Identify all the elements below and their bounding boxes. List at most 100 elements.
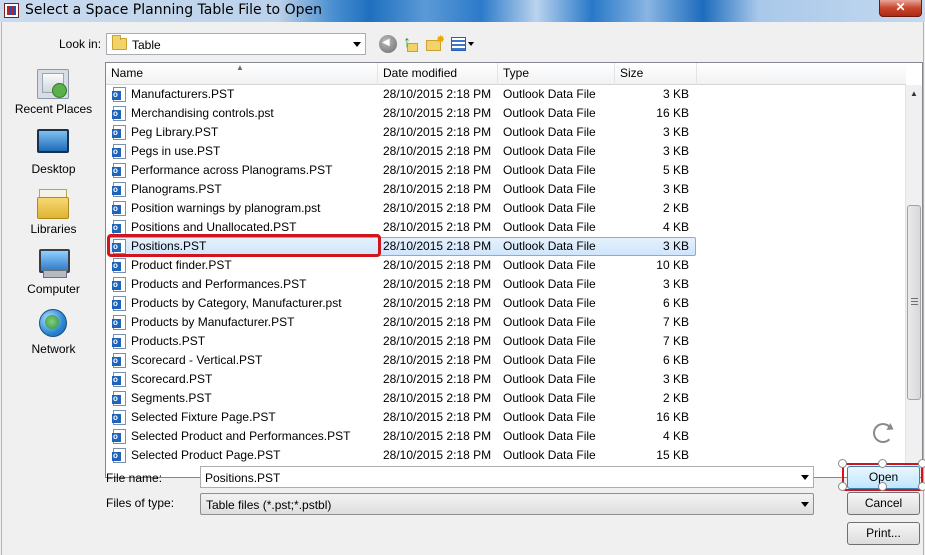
- file-name-cell: Manufacturers.PST: [131, 87, 235, 101]
- column-size[interactable]: Size: [615, 63, 697, 85]
- outlook-file-icon: [112, 391, 126, 406]
- file-type-cell: Outlook Data File: [503, 391, 596, 405]
- place-computer[interactable]: Computer: [2, 249, 105, 305]
- file-size-cell: 2 KB: [662, 391, 689, 405]
- column-name[interactable]: Name ▲: [106, 63, 378, 85]
- date-modified-cell: 28/10/2015 2:18 PM: [383, 372, 492, 386]
- file-type-cell: Outlook Data File: [503, 201, 596, 215]
- file-row[interactable]: Selected Fixture Page.PST 28/10/2015 2:18…: [106, 408, 906, 427]
- resize-handle: [918, 459, 925, 468]
- file-row[interactable]: Selected Product Page.PST 28/10/2015 2:18…: [106, 446, 906, 465]
- file-row[interactable]: Peg Library.PST 28/10/2015 2:18 PM Outlook…: [106, 123, 906, 142]
- outlook-file-icon: [112, 277, 126, 292]
- place-label: Recent Places: [14, 102, 93, 116]
- file-size-cell: 2 KB: [662, 201, 689, 215]
- file-type-cell: Outlook Data File: [503, 353, 596, 367]
- place-desktop[interactable]: Desktop: [2, 129, 105, 185]
- desktop-icon: [37, 129, 69, 153]
- vertical-scrollbar[interactable]: ▲ ▼: [905, 85, 922, 477]
- file-type-cell: Outlook Data File: [503, 410, 596, 424]
- file-type-cell: Outlook Data File: [503, 163, 596, 177]
- files-of-type-value: Table files (*.pst;*.pstbl): [206, 498, 332, 512]
- chevron-down-icon[interactable]: [353, 42, 361, 47]
- column-name-label: Name: [111, 66, 144, 80]
- outlook-file-icon: [112, 353, 126, 368]
- file-type-cell: Outlook Data File: [503, 429, 596, 443]
- up-folder-icon[interactable]: ↑: [401, 35, 419, 53]
- file-row[interactable]: Products and Performances.PST 28/10/2015 …: [106, 275, 906, 294]
- file-row[interactable]: Products by Manufacturer.PST 28/10/2015 2…: [106, 313, 906, 332]
- scroll-up-icon[interactable]: ▲: [906, 85, 922, 102]
- file-row[interactable]: Scorecard - Vertical.PST 28/10/2015 2:18 …: [106, 351, 906, 370]
- file-name-cell: Pegs in use.PST: [131, 144, 221, 158]
- close-button[interactable]: ✕: [879, 0, 922, 17]
- place-network[interactable]: Network: [2, 309, 105, 365]
- files-of-type-dropdown[interactable]: Table files (*.pst;*.pstbl): [200, 493, 814, 515]
- resize-handle: [878, 459, 887, 468]
- file-row[interactable]: Planograms.PST 28/10/2015 2:18 PM Outlook …: [106, 180, 906, 199]
- computer-icon: [37, 249, 70, 279]
- file-size-cell: 3 KB: [662, 182, 689, 196]
- view-menu-icon[interactable]: [451, 35, 475, 53]
- date-modified-cell: 28/10/2015 2:18 PM: [383, 429, 492, 443]
- file-type-cell: Outlook Data File: [503, 296, 596, 310]
- file-type-cell: Outlook Data File: [503, 87, 596, 101]
- file-row[interactable]: Selected Product and Performances.PST 28/…: [106, 427, 906, 446]
- file-type-cell: Outlook Data File: [503, 144, 596, 158]
- file-row[interactable]: Products.PST 28/10/2015 2:18 PM Outlook Da…: [106, 332, 906, 351]
- libraries-icon: [37, 189, 69, 219]
- place-libraries[interactable]: Libraries: [2, 189, 105, 245]
- new-folder-icon[interactable]: ✸: [426, 34, 445, 53]
- files-of-type-label: Files of type:: [106, 496, 175, 510]
- folder-icon: [112, 35, 127, 50]
- file-name-label: File name:: [106, 471, 163, 485]
- file-row[interactable]: Scorecard.PST 28/10/2015 2:18 PM Outlook D…: [106, 370, 906, 389]
- file-size-cell: 3 KB: [662, 277, 689, 291]
- date-modified-cell: 28/10/2015 2:18 PM: [383, 220, 492, 234]
- date-modified-cell: 28/10/2015 2:18 PM: [383, 144, 492, 158]
- file-row[interactable]: Products by Category, Manufacturer.pst 28…: [106, 294, 906, 313]
- file-name-cell: Performance across Planograms.PST: [131, 163, 333, 177]
- file-name-field[interactable]: [200, 466, 814, 488]
- chevron-down-icon[interactable]: [801, 475, 809, 480]
- window-title: Select a Space Planning Table File to Op…: [25, 2, 322, 18]
- file-list[interactable]: Name ▲ Date modified Type Size Manufactu…: [105, 62, 923, 478]
- look-in-dropdown[interactable]: Table: [106, 33, 366, 55]
- resize-handle: [838, 459, 847, 468]
- file-row[interactable]: Product finder.PST 28/10/2015 2:18 PM Outl…: [106, 256, 906, 275]
- date-modified-cell: 28/10/2015 2:18 PM: [383, 448, 492, 462]
- file-size-cell: 3 KB: [662, 125, 689, 139]
- file-size-cell: 3 KB: [662, 144, 689, 158]
- file-row[interactable]: Manufacturers.PST 28/10/2015 2:18 PM Outlo…: [106, 85, 906, 104]
- cancel-button[interactable]: Cancel: [847, 492, 920, 515]
- file-size-cell: 6 KB: [662, 353, 689, 367]
- outlook-file-icon: [112, 448, 126, 463]
- file-name-cell: Products and Performances.PST: [131, 277, 307, 291]
- outlook-file-icon: [112, 163, 126, 178]
- print-button[interactable]: Print...: [847, 522, 920, 545]
- network-icon: [37, 309, 69, 339]
- places-bar: Recent Places Desktop Libraries Computer…: [2, 63, 105, 423]
- place-recent-places[interactable]: Recent Places: [2, 69, 105, 125]
- file-row[interactable]: Pegs in use.PST 28/10/2015 2:18 PM Outlook…: [106, 142, 906, 161]
- file-row[interactable]: Positions.PST28/10/2015 2:18 PMOutlook D…: [106, 234, 906, 257]
- file-row[interactable]: Merchandising controls.pst 28/10/2015 2:1…: [106, 104, 906, 123]
- back-icon[interactable]: [379, 35, 397, 53]
- file-name-cell: Products.PST: [131, 334, 206, 348]
- column-date-modified[interactable]: Date modified: [378, 63, 498, 85]
- date-modified-cell: 28/10/2015 2:18 PM: [383, 391, 492, 405]
- file-row[interactable]: Segments.PST 28/10/2015 2:18 PM Outlook Da…: [106, 389, 906, 408]
- title-bar: Select a Space Planning Table File to Op…: [0, 0, 925, 22]
- date-modified-cell: 28/10/2015 2:18 PM: [383, 296, 492, 310]
- file-size-cell: 7 KB: [662, 334, 689, 348]
- file-row[interactable]: Position warnings by planogram.pst 28/10/…: [106, 199, 906, 218]
- file-size-cell: 16 KB: [656, 410, 689, 424]
- chevron-down-icon[interactable]: [801, 502, 809, 507]
- resize-handle: [838, 482, 847, 491]
- scroll-thumb[interactable]: [907, 205, 921, 400]
- file-type-cell: Outlook Data File: [503, 277, 596, 291]
- file-row[interactable]: Performance across Planograms.PST 28/10/2…: [106, 161, 906, 180]
- file-name-input[interactable]: [205, 470, 785, 485]
- date-modified-cell: 28/10/2015 2:18 PM: [383, 125, 492, 139]
- column-type[interactable]: Type: [498, 63, 615, 85]
